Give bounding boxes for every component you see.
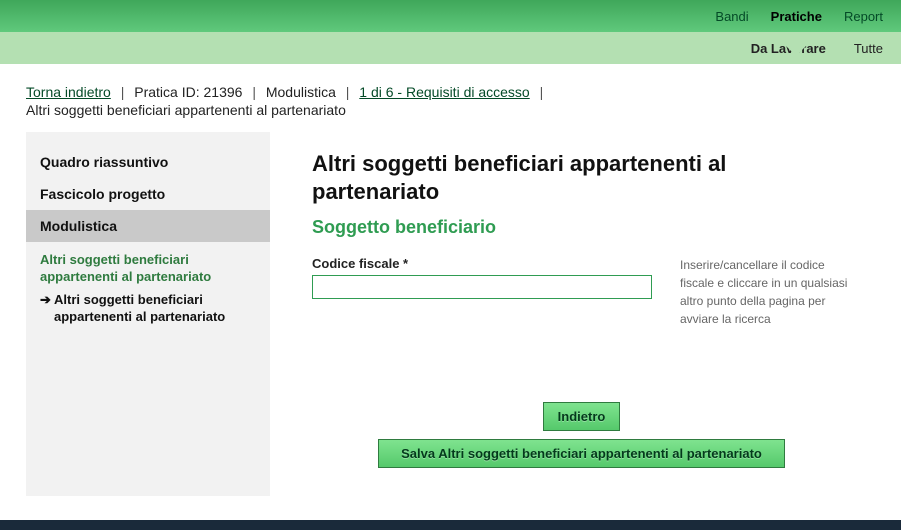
codice-fiscale-input[interactable] <box>312 275 652 299</box>
codice-fiscale-label: Codice fiscale * <box>312 256 652 271</box>
breadcrumb-modulistica: Modulistica <box>266 84 336 100</box>
sidebar-subitem-label: Altri soggetti beneficiari appartenenti … <box>54 292 225 324</box>
breadcrumb-subtitle: Altri soggetti beneficiari appartenenti … <box>26 102 875 118</box>
breadcrumb-back-link[interactable]: Torna indietro <box>26 84 111 100</box>
sidebar-tab-fascicolo[interactable]: Fascicolo progetto <box>26 178 270 210</box>
top-nav: Bandi Pratiche Report <box>0 0 901 32</box>
main-panel: Altri soggetti beneficiari appartenenti … <box>288 132 875 496</box>
separator: | <box>540 84 544 100</box>
arrow-right-icon: ➔ <box>40 292 51 309</box>
field-hint: Inserire/cancellare il codice fiscale e … <box>652 256 851 328</box>
sidebar: Quadro riassuntivo Fascicolo progetto Mo… <box>26 132 270 496</box>
nav-bandi[interactable]: Bandi <box>715 9 748 24</box>
sidebar-subitem[interactable]: ➔ Altri soggetti beneficiari appartenent… <box>26 286 270 326</box>
subnav-tutte[interactable]: Tutte <box>854 41 883 56</box>
sidebar-tab-quadro[interactable]: Quadro riassuntivo <box>26 146 270 178</box>
section-title: Soggetto beneficiario <box>312 217 851 238</box>
breadcrumb-pratica: Pratica ID: 21396 <box>134 84 242 100</box>
separator: | <box>121 84 125 100</box>
nav-report[interactable]: Report <box>844 9 883 24</box>
breadcrumb: Torna indietro | Pratica ID: 21396 | Mod… <box>26 84 875 100</box>
breadcrumb-step-link[interactable]: 1 di 6 - Requisiti di accesso <box>359 84 529 100</box>
back-button[interactable]: Indietro <box>543 402 621 431</box>
nav-pratiche[interactable]: Pratiche <box>771 9 822 24</box>
page-title: Altri soggetti beneficiari appartenenti … <box>312 150 851 205</box>
save-button[interactable]: Salva Altri soggetti beneficiari apparte… <box>378 439 785 468</box>
footer-bar <box>0 520 901 530</box>
separator: | <box>346 84 350 100</box>
sidebar-tab-modulistica[interactable]: Modulistica <box>26 210 270 242</box>
sidebar-section-title: Altri soggetti beneficiari appartenenti … <box>26 242 270 286</box>
separator: | <box>252 84 256 100</box>
sub-nav: Da Lavorare Tutte <box>0 32 901 64</box>
